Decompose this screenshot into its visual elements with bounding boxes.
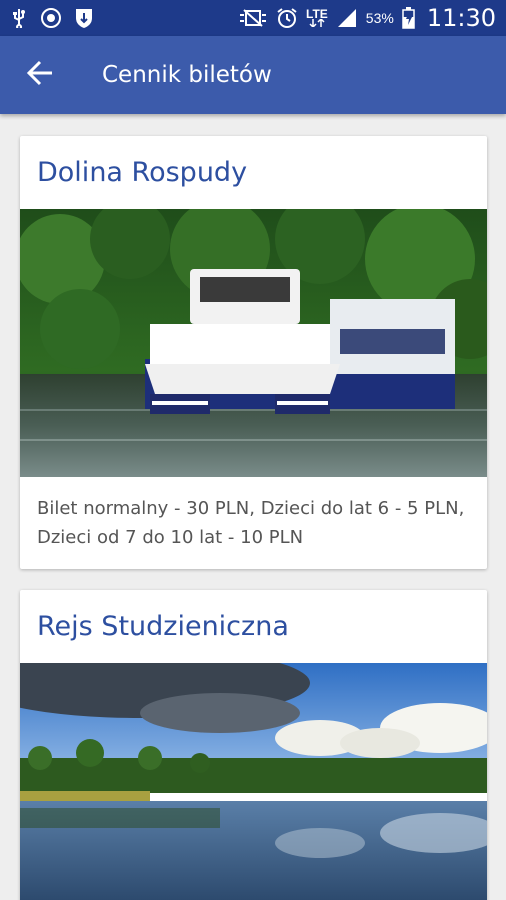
status-bar: LTE 53% 11:30 xyxy=(0,0,506,36)
card-title: Rejs Studzieniczna xyxy=(37,611,289,642)
usb-icon xyxy=(10,8,28,28)
clock: 11:30 xyxy=(426,4,496,32)
signal-icon xyxy=(336,7,358,29)
card-title: Dolina Rospudy xyxy=(37,157,248,188)
shield-icon xyxy=(74,7,94,29)
battery-icon xyxy=(402,7,415,29)
ticket-prices: Bilet normalny - 30 PLN, Dzieci do lat 6… xyxy=(37,498,465,548)
mute-icon xyxy=(238,8,268,28)
ticket-card[interactable]: Dolina Rospudy Bilet normalny - 30 PLN, … xyxy=(20,136,487,569)
battery-percent: 53% xyxy=(365,10,394,26)
app-bar: Cennik biletów xyxy=(0,36,506,114)
lake-landscape-photo xyxy=(20,663,487,900)
arrow-back-icon xyxy=(26,59,54,92)
page-title: Cennik biletów xyxy=(102,62,272,88)
lte-icon: LTE xyxy=(306,8,328,27)
ticket-card[interactable]: Rejs Studzieniczna xyxy=(20,590,487,900)
sync-icon xyxy=(40,7,62,29)
back-button[interactable] xyxy=(0,36,80,114)
boat-on-river-photo xyxy=(20,209,487,477)
alarm-icon xyxy=(276,7,298,29)
